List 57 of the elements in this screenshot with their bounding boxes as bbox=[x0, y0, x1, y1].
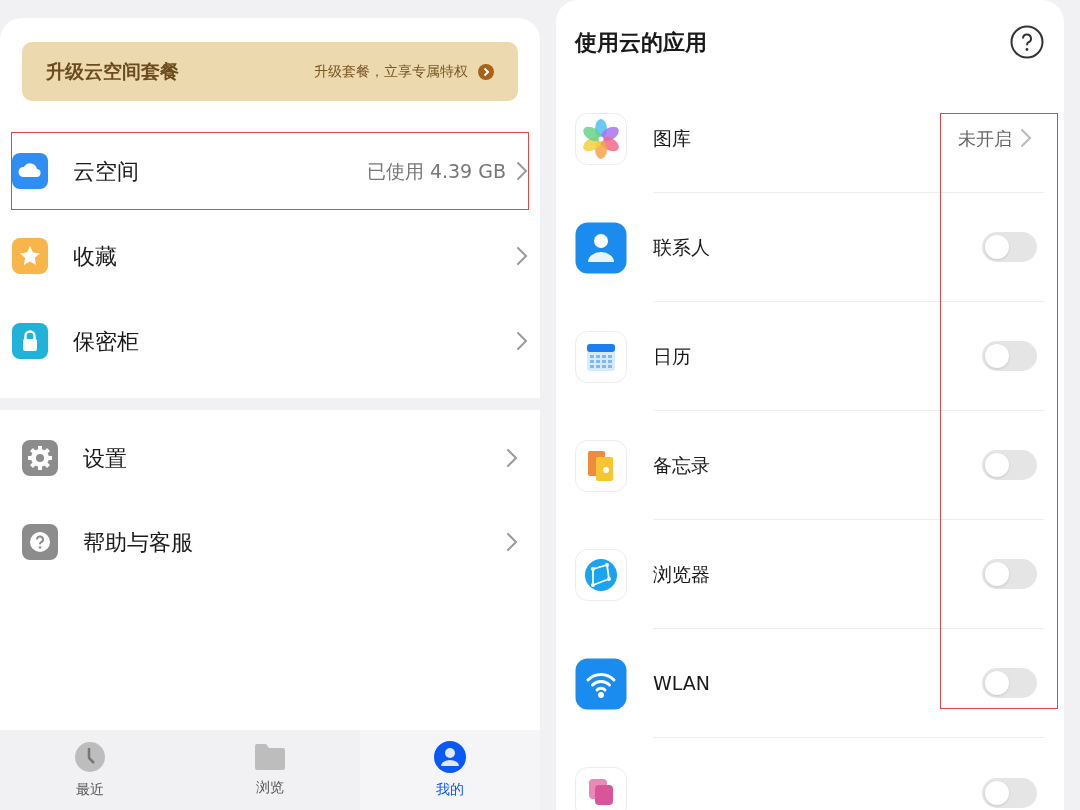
toggle-switch[interactable] bbox=[982, 341, 1037, 371]
wifi-icon bbox=[575, 657, 627, 710]
storage-used: 已使用 4.39 GB bbox=[366, 158, 506, 184]
flower-icon bbox=[575, 112, 627, 165]
menu-item[interactable]: 帮助与客服 bbox=[22, 500, 518, 584]
toggle-switch[interactable] bbox=[982, 232, 1037, 262]
menu-label: 保密柜 bbox=[73, 327, 140, 356]
app-row[interactable]: WLAN bbox=[575, 629, 1044, 738]
sync-status: 未开启 bbox=[958, 126, 1012, 151]
cloud-icon bbox=[12, 153, 48, 189]
toggle-switch[interactable] bbox=[982, 450, 1037, 480]
help-icon bbox=[22, 524, 58, 560]
toggle-switch[interactable] bbox=[982, 559, 1037, 589]
app-row[interactable]: 备忘录 bbox=[575, 411, 1044, 520]
notes-icon bbox=[575, 439, 627, 492]
folder-icon bbox=[254, 742, 286, 771]
contact-icon bbox=[575, 221, 627, 274]
toggle-switch[interactable] bbox=[982, 777, 1037, 808]
chevron-icon bbox=[506, 448, 518, 468]
app-row[interactable]: 日历 bbox=[575, 302, 1044, 411]
app-name: 日历 bbox=[653, 343, 692, 369]
help-icon[interactable] bbox=[1010, 25, 1044, 59]
nav-tab[interactable]: 我的 bbox=[360, 730, 540, 810]
app-row[interactable]: 图库 未开启 bbox=[575, 84, 1044, 193]
settings-icon bbox=[22, 440, 58, 476]
profile-icon bbox=[434, 740, 466, 773]
menu-label: 设置 bbox=[83, 444, 128, 473]
app-name: 备忘录 bbox=[653, 452, 711, 478]
chevron-icon bbox=[516, 246, 528, 266]
app-name: 图库 bbox=[653, 125, 692, 151]
banner-link: 升级套餐，立享专属特权 bbox=[314, 62, 468, 81]
menu-label: 帮助与客服 bbox=[83, 528, 194, 557]
chevron-icon bbox=[516, 161, 528, 181]
nav-tab[interactable]: 最近 bbox=[0, 730, 180, 810]
menu-label: 云空间 bbox=[73, 157, 140, 186]
chevron-icon bbox=[1020, 128, 1032, 148]
nav-tab[interactable]: 浏览 bbox=[180, 730, 360, 810]
chevron-icon bbox=[516, 331, 528, 351]
lock-icon bbox=[12, 323, 48, 359]
menu-item[interactable]: 收藏 bbox=[12, 218, 528, 294]
upgrade-banner[interactable]: 升级云空间套餐 升级套餐，立享专属特权 bbox=[22, 42, 518, 101]
app-name: 联系人 bbox=[653, 234, 711, 260]
toggle-switch[interactable] bbox=[982, 668, 1037, 698]
chevron-icon bbox=[506, 532, 518, 552]
menu-item[interactable]: 云空间 已使用 4.39 GB bbox=[12, 133, 528, 209]
clock-icon bbox=[74, 740, 106, 773]
menu-item[interactable]: 设置 bbox=[22, 416, 518, 500]
menu-item[interactable]: 保密柜 bbox=[12, 303, 528, 379]
menu-label: 收藏 bbox=[73, 242, 118, 271]
app-row[interactable]: 联系人 bbox=[575, 193, 1044, 302]
app-row[interactable]: 浏览器 bbox=[575, 520, 1044, 629]
app-name: WLAN bbox=[653, 670, 712, 696]
calendar-icon bbox=[575, 330, 627, 383]
banner-title: 升级云空间套餐 bbox=[46, 59, 179, 85]
globe-icon bbox=[575, 548, 627, 601]
app-name: 浏览器 bbox=[653, 561, 711, 587]
section-title: 使用云的应用 bbox=[575, 28, 707, 57]
